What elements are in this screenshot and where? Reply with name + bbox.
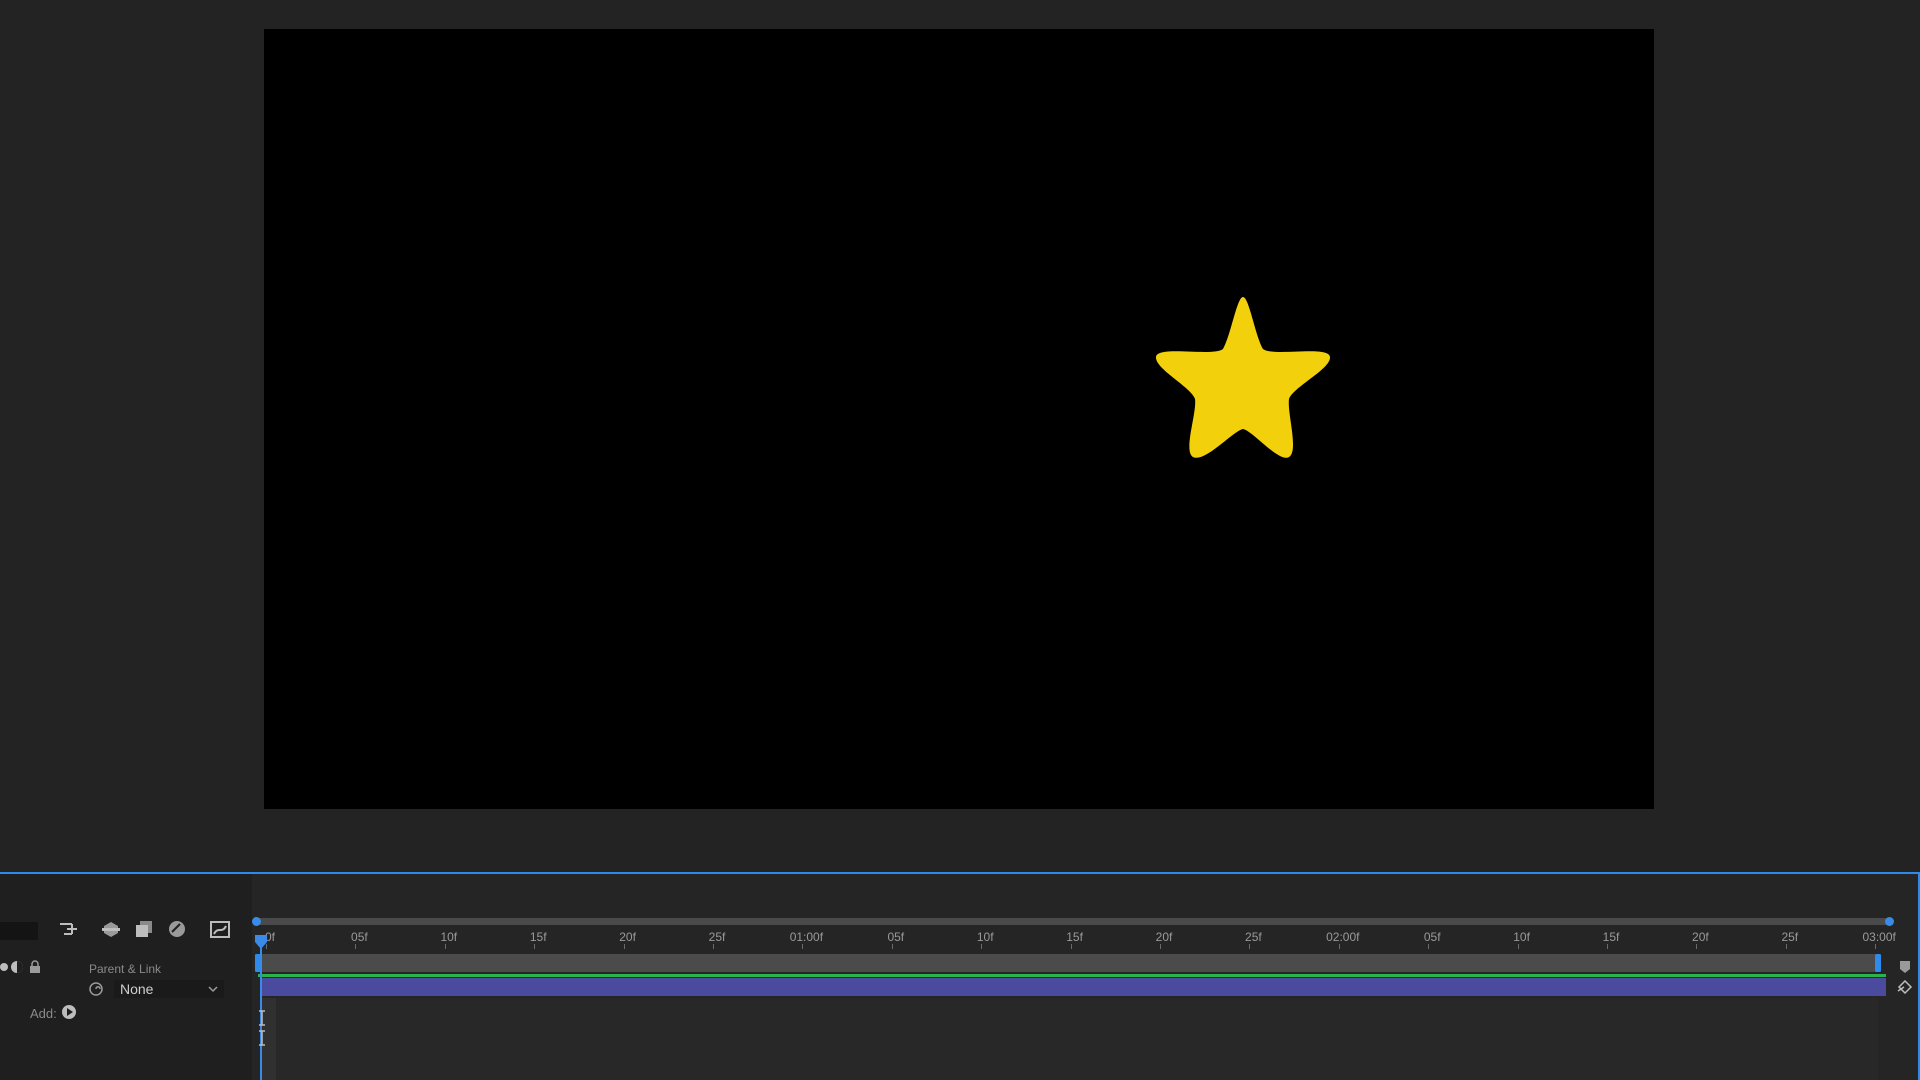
ruler-tick-mark <box>534 944 536 949</box>
time-navigator-end-handle[interactable] <box>1885 917 1894 926</box>
ruler-tick-label: 05f <box>351 930 368 944</box>
ruler-tick-label: 15f <box>529 930 547 944</box>
ruler-tick-label: 20f <box>1155 930 1173 944</box>
ruler-tick-mark <box>802 944 804 949</box>
parent-dropdown[interactable]: None <box>114 980 224 998</box>
frame-blending-icon[interactable] <box>131 916 157 942</box>
ruler-tick-label: 05f <box>1423 930 1441 944</box>
out-point-icon <box>259 1030 265 1046</box>
composition-canvas[interactable] <box>264 29 1654 809</box>
comp-flowchart-icon[interactable] <box>56 916 82 942</box>
ruler-tick-label: 15f <box>1066 930 1083 944</box>
chevron-down-icon <box>208 986 218 993</box>
timeline-panel: Parent & Link None Add: 0f 05f 10f 15f 20f 25… <box>0 872 1920 1080</box>
time-graph[interactable]: 0f 05f 10f 15f 20f 25f 01:00f 05f 10f 15f 20f 25f 02… <box>252 874 1918 1080</box>
layer-outline-panel: Parent & Link None Add: <box>0 874 252 1080</box>
ruler-tick-mark <box>1696 944 1698 949</box>
ruler-tick-mark <box>1338 944 1340 949</box>
ruler-tick-mark <box>1875 944 1877 949</box>
ruler-tick-label: 20f <box>619 930 636 944</box>
ruler-tick-label: 15f <box>1602 930 1620 944</box>
add-property-button[interactable] <box>62 1005 76 1019</box>
parent-link-label: Parent & Link <box>89 962 162 976</box>
time-navigator-bar[interactable] <box>254 918 1890 925</box>
ruler-tick-label: 10f <box>440 930 458 944</box>
ruler-tick-label: 01:00f <box>789 930 824 944</box>
ruler-tick-mark <box>891 944 893 949</box>
work-area-end-handle[interactable] <box>1875 954 1881 972</box>
ruler-tick-label: 25f <box>1781 930 1799 944</box>
ruler-tick-mark <box>1517 944 1519 949</box>
ruler-tick-mark <box>355 944 357 949</box>
draft-3d-icon[interactable] <box>98 916 124 942</box>
time-ruler[interactable]: 0f 05f 10f 15f 20f 25f 01:00f 05f 10f 15f 20f 25f 02… <box>252 928 1918 950</box>
parent-pick-whip-icon[interactable] <box>88 981 104 997</box>
solo-switch-icon[interactable] <box>10 960 24 974</box>
ruler-tick-mark <box>1428 944 1430 949</box>
add-label: Add: <box>30 1006 57 1021</box>
timecode-field[interactable] <box>0 922 38 940</box>
ruler-tick-label: 02:00f <box>1326 930 1360 944</box>
parent-dropdown-value: None <box>120 981 154 997</box>
ruler-tick-label: 10f <box>1513 930 1530 944</box>
in-point-icon <box>259 1010 265 1026</box>
ruler-tick-mark <box>1607 944 1608 949</box>
motion-blur-icon[interactable] <box>164 916 190 942</box>
ruler-tick-mark <box>1160 944 1161 949</box>
ruler-tick-mark <box>1070 944 1072 949</box>
ruler-tick-label: 25f <box>1245 930 1262 944</box>
ruler-tick-mark <box>1785 944 1787 949</box>
work-area-bar[interactable] <box>255 954 1881 972</box>
ruler-tick-mark <box>713 944 714 949</box>
ruler-tick-label: 25f <box>708 930 726 944</box>
keyframe-navigator-icon[interactable] <box>1896 980 1914 994</box>
ruler-tick-label: 20f <box>1692 930 1709 944</box>
layer-duration-bar[interactable] <box>262 978 1886 996</box>
ruler-tick-label: 10f <box>976 930 994 944</box>
comp-marker-bin-icon[interactable] <box>1898 960 1912 974</box>
ruler-tick-mark <box>623 944 625 949</box>
ruler-tick-mark <box>444 944 446 949</box>
after-effects-window: Parent & Link None Add: 0f 05f 10f 15f 20f 25… <box>0 0 1920 1080</box>
time-navigator-start-handle[interactable] <box>252 917 261 926</box>
star-shape-layer[interactable] <box>1155 295 1331 461</box>
graph-editor-icon[interactable] <box>207 916 233 942</box>
composition-viewer[interactable] <box>0 0 1920 872</box>
ruler-tick-mark <box>1249 944 1251 949</box>
playhead-handle[interactable] <box>253 934 269 950</box>
render-cache-indicator <box>258 974 1886 977</box>
ruler-tick-mark <box>981 944 983 949</box>
ruler-tick-label: 05f <box>887 930 905 944</box>
empty-track-area[interactable] <box>262 998 1878 1080</box>
ruler-tick-label: 03:00f <box>1862 930 1896 944</box>
lock-switch-icon[interactable] <box>28 960 42 974</box>
